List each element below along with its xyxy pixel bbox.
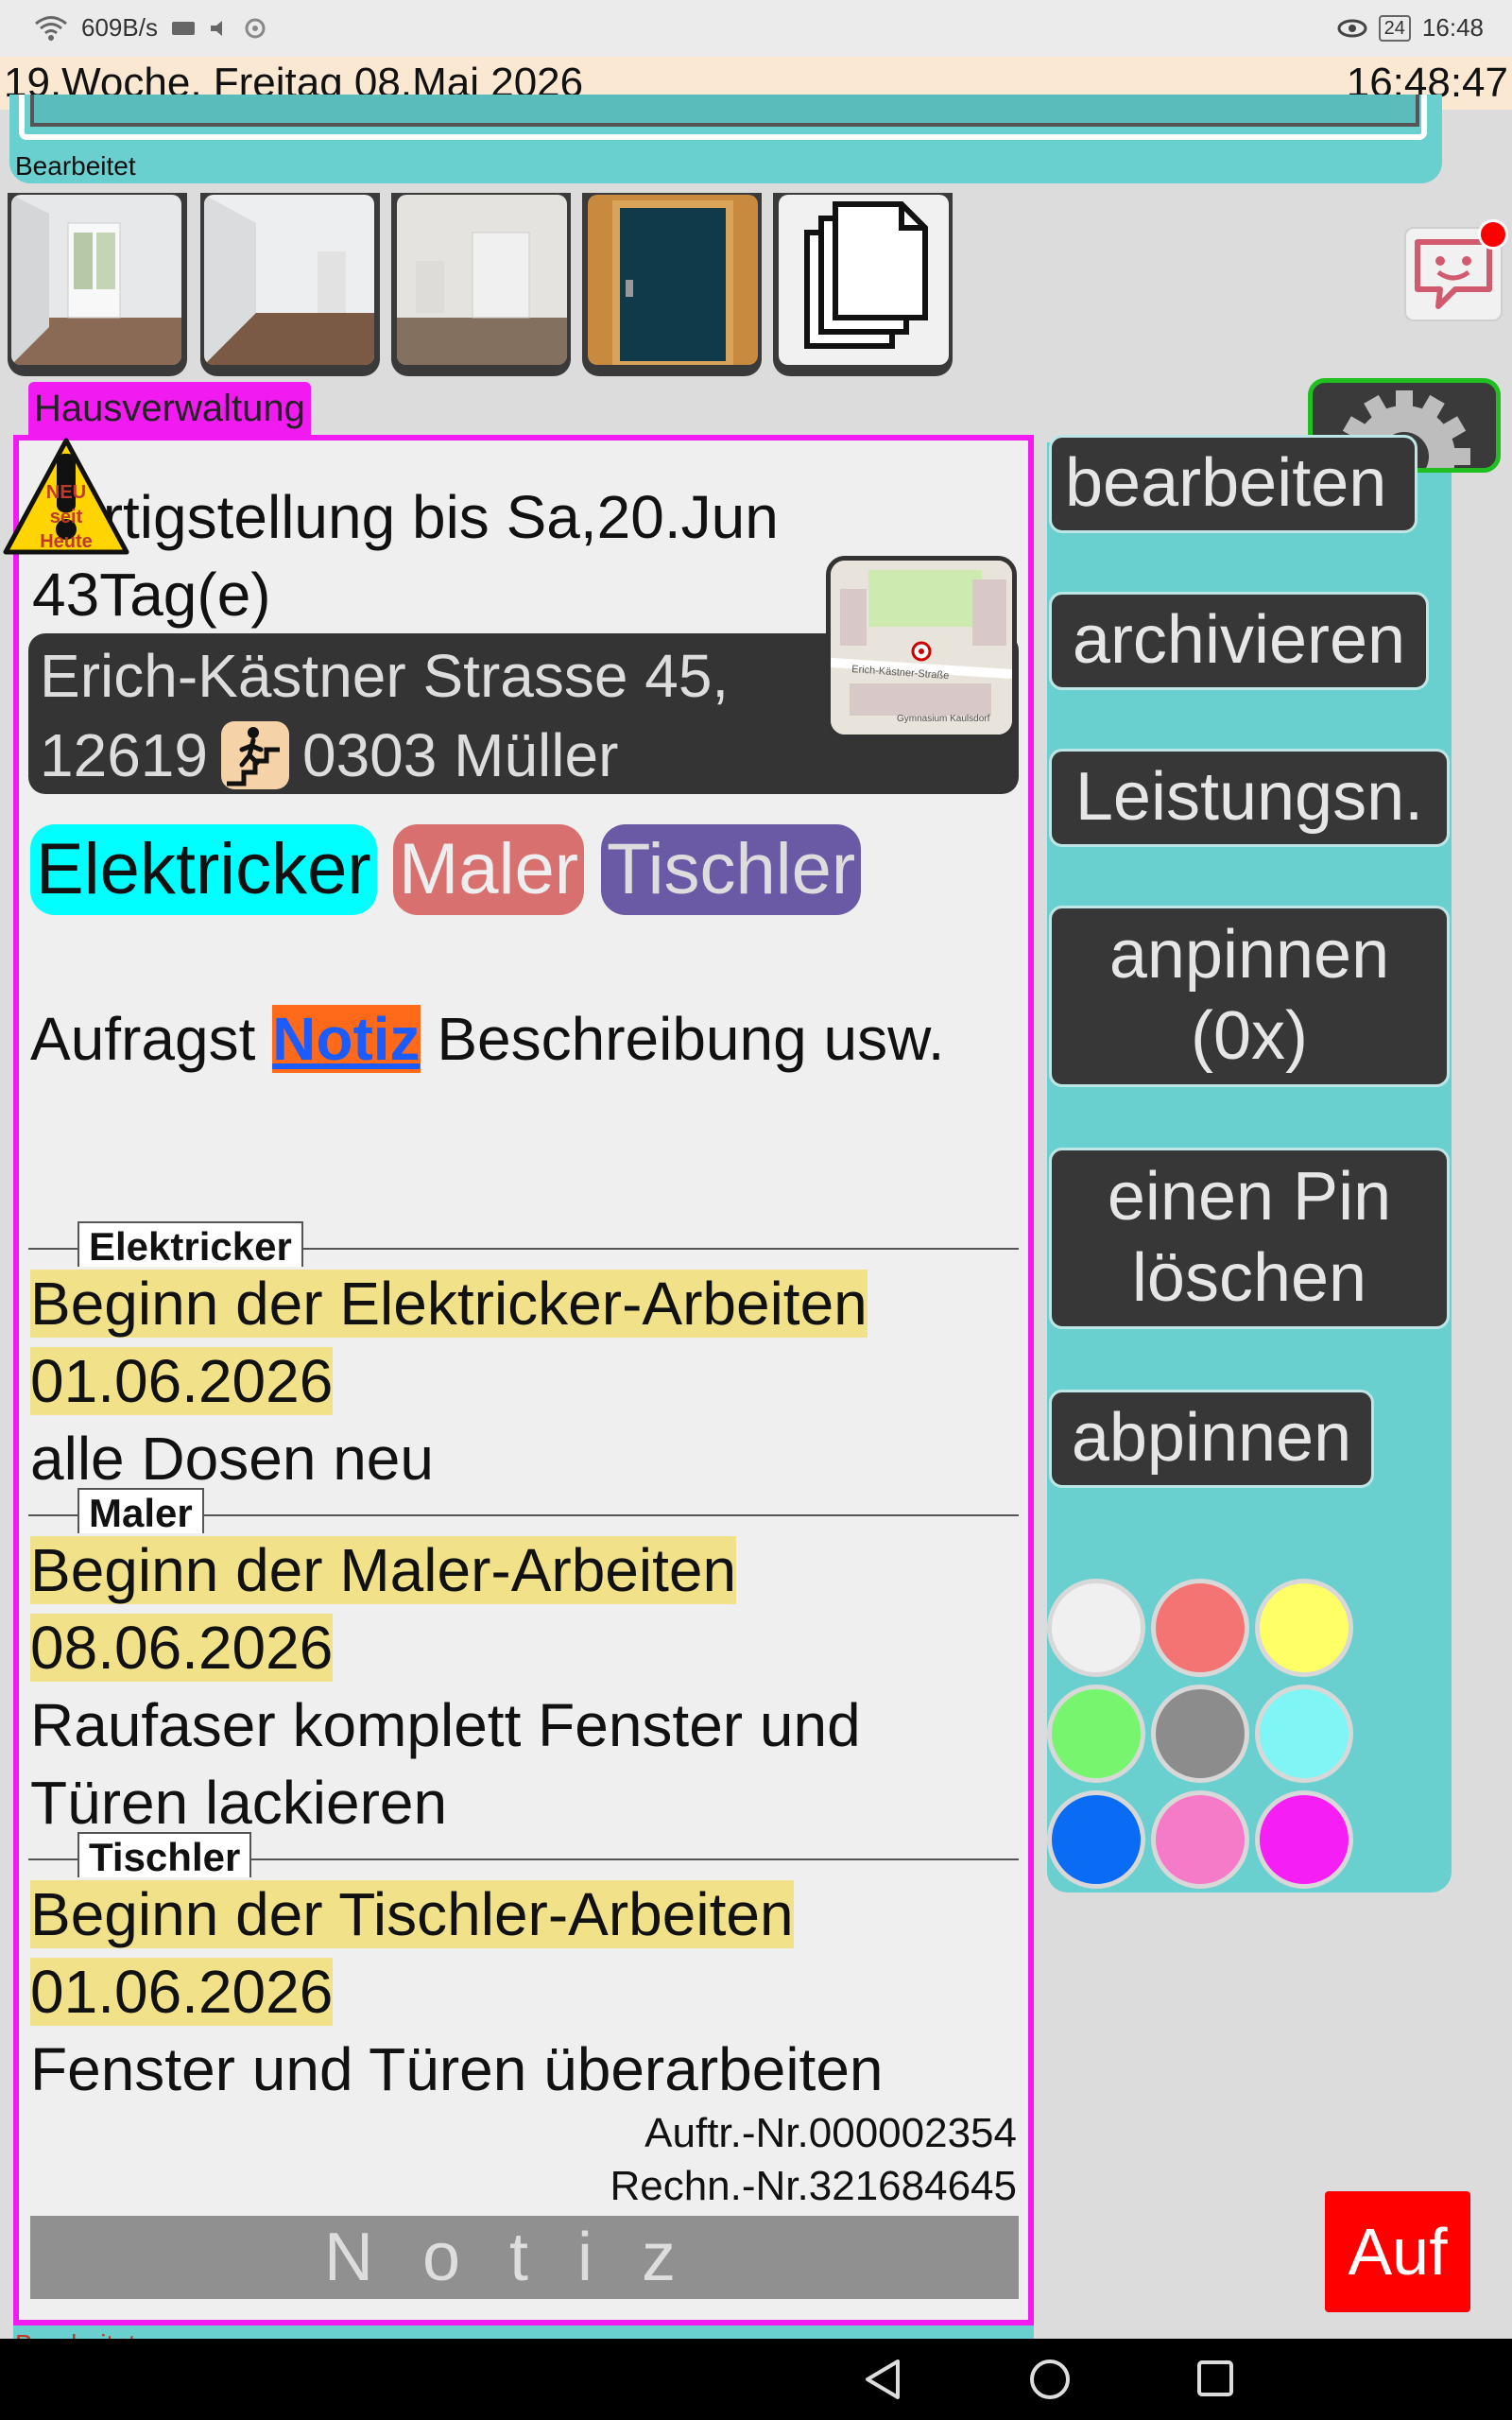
home-icon[interactable] bbox=[1028, 2358, 1072, 2401]
warning-new: NEU bbox=[45, 482, 87, 503]
warning-today: Heute bbox=[40, 531, 93, 552]
description-post: Beschreibung usw. bbox=[420, 1005, 945, 1073]
remove-pin-label: einen Pin bbox=[1107, 1159, 1392, 1235]
section-title-text: Beginn der Tischler-Arbeiten bbox=[30, 1880, 794, 1948]
address-zip: 12619 bbox=[40, 721, 208, 789]
notification-dot bbox=[1478, 219, 1508, 250]
description-pre: Aufragst bbox=[30, 1005, 273, 1073]
eye-icon bbox=[1337, 19, 1367, 37]
color-swatch-gray[interactable] bbox=[1151, 1685, 1249, 1783]
warning-icon: NEU seit Heute bbox=[2, 435, 130, 560]
net-speed: 609B/s bbox=[81, 13, 158, 42]
section-body: alle Dosen neu bbox=[30, 1425, 434, 1493]
deadline-text: Fertigstellung bis Sa,20.Jun bbox=[32, 483, 779, 551]
color-swatch-red[interactable] bbox=[1151, 1579, 1249, 1677]
color-swatch-white[interactable] bbox=[1047, 1579, 1145, 1677]
map-poi-label: Gymnasium Kaulsdorf bbox=[897, 714, 990, 724]
battery-icon: 24 bbox=[1378, 14, 1411, 42]
trade-tag-painter[interactable]: Maler bbox=[393, 824, 585, 915]
trade-tag-carpenter[interactable]: Tischler bbox=[601, 824, 862, 915]
room-door-photo[interactable] bbox=[397, 195, 567, 365]
status-bar: 609B/s 24 16:48 bbox=[0, 0, 1512, 57]
door-photo[interactable] bbox=[588, 195, 758, 365]
status-time: 16:48 bbox=[1421, 13, 1484, 42]
stairs-icon bbox=[220, 721, 289, 789]
section-title-text: Beginn der Elektricker-Arbeiten bbox=[30, 1270, 868, 1338]
room-empty-photo[interactable] bbox=[204, 195, 374, 365]
section-title-text: Beginn der Maler-Arbeiten bbox=[30, 1536, 737, 1604]
section-title: Beginn der Maler-Arbeiten 08.06.2026 bbox=[30, 1531, 737, 1686]
invoice-number: Rechn.-Nr.321684645 bbox=[610, 2163, 1017, 2209]
category-label: Hausverwaltung bbox=[28, 382, 311, 435]
section-date: 01.06.2026 bbox=[30, 1958, 334, 2026]
address-apartment: 0303 Müller bbox=[301, 721, 619, 789]
recents-icon[interactable] bbox=[1196, 2360, 1234, 2397]
settings-icon bbox=[245, 18, 266, 38]
job-description: Aufragst Notiz Beschreibung usw. bbox=[30, 1000, 1013, 1078]
order-number: Auftr.-Nr.000002354 bbox=[644, 2110, 1017, 2156]
volume-icon bbox=[210, 20, 222, 36]
note-link[interactable]: Notiz bbox=[272, 1005, 421, 1073]
color-swatch-pink[interactable] bbox=[1151, 1790, 1249, 1889]
previous-item-status: Bearbeitet bbox=[15, 151, 136, 181]
documents-icon[interactable] bbox=[779, 195, 949, 365]
pin-label: anpinnen bbox=[1108, 917, 1390, 993]
remove-one-pin-button[interactable]: einen Pin löschen bbox=[1049, 1148, 1450, 1329]
color-swatch-magenta[interactable] bbox=[1255, 1790, 1353, 1889]
trade-tag-electrician[interactable]: Elektricker bbox=[30, 824, 377, 915]
section-body: Raufaser komplett Fenster und Türen lack… bbox=[30, 1691, 861, 1837]
previous-item-field bbox=[30, 95, 1419, 127]
note-button[interactable]: Notiz bbox=[30, 2216, 1019, 2299]
section-date: 08.06.2026 bbox=[30, 1614, 334, 1682]
color-swatch-blue[interactable] bbox=[1047, 1790, 1145, 1889]
back-icon[interactable] bbox=[862, 2358, 903, 2401]
color-swatch-cyan[interactable] bbox=[1255, 1685, 1353, 1783]
edit-button[interactable]: bearbeiten bbox=[1049, 435, 1418, 533]
map-thumbnail[interactable]: Erich-Kästner-Straße Gymnasium Kaulsdorf bbox=[826, 556, 1017, 739]
section-title: Beginn der Tischler-Arbeiten 01.06.2026 bbox=[30, 1876, 794, 2031]
section-tag: Tischler bbox=[77, 1832, 252, 1879]
keyboard-icon bbox=[171, 21, 195, 35]
address-street: Erich-Kästner Strasse 45, bbox=[40, 642, 730, 710]
services-button[interactable]: Leistungsn. bbox=[1049, 749, 1450, 847]
wifi-icon bbox=[35, 15, 67, 41]
room-window-photo[interactable] bbox=[11, 195, 181, 365]
section-title: Beginn der Elektricker-Arbeiten 01.06.20… bbox=[30, 1265, 868, 1420]
color-swatch-yellow[interactable] bbox=[1255, 1579, 1353, 1677]
section-tag: Maler bbox=[77, 1488, 204, 1535]
unpin-button[interactable]: abpinnen bbox=[1049, 1390, 1374, 1488]
archive-button[interactable]: archivieren bbox=[1049, 592, 1429, 690]
section-tag: Elektricker bbox=[77, 1221, 303, 1269]
pin-button[interactable]: anpinnen (0x) bbox=[1049, 906, 1450, 1087]
section-body: Fenster und Türen überarbeiten bbox=[30, 2035, 884, 2103]
remove-pin-label-2: löschen bbox=[1131, 1240, 1367, 1316]
section-date: 01.06.2026 bbox=[30, 1347, 334, 1415]
scroll-up-button[interactable]: Auf bbox=[1325, 2191, 1470, 2312]
color-swatch-green[interactable] bbox=[1047, 1685, 1145, 1783]
navigation-bar bbox=[0, 2339, 1512, 2420]
pin-count: (0x) bbox=[1191, 998, 1308, 1074]
days-remaining: 43Tag(e) bbox=[32, 561, 271, 629]
warning-since: seit bbox=[49, 507, 83, 527]
